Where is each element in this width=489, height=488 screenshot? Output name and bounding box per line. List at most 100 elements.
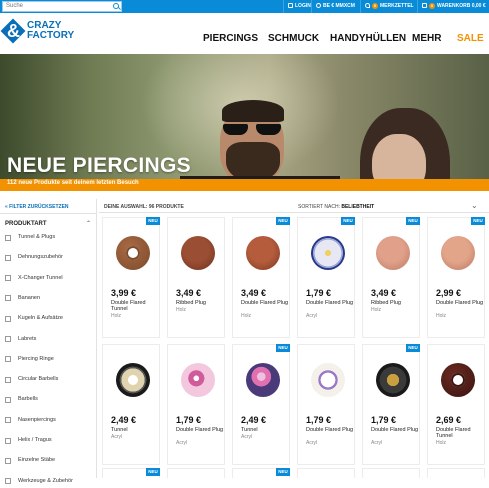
product-card[interactable]: 1,79 € Double Flared Plug Acryl <box>297 344 355 465</box>
filter-option[interactable]: Nasenpiercings <box>5 417 56 427</box>
filter-checkbox[interactable] <box>5 478 11 485</box>
product-material: Holz <box>111 313 122 319</box>
product-name[interactable]: Ribbed Plug <box>371 300 419 306</box>
product-card[interactable]: NEU 2,49 € Tunnel Acryl <box>232 344 290 465</box>
product-image[interactable] <box>111 228 153 270</box>
search-input[interactable]: Suche <box>2 1 122 12</box>
product-material: Acryl <box>176 440 188 446</box>
product-card[interactable]: NEU 1,79 € Double Flared Plug Acryl <box>362 344 420 465</box>
product-name[interactable]: Double Flared Plug <box>241 300 289 306</box>
product-name[interactable]: Double Flared Plug <box>176 427 224 433</box>
product-name[interactable]: Ribbed Plug <box>176 300 224 306</box>
wishlist-count-badge: 0 <box>372 2 378 9</box>
new-badge: NEU <box>406 344 420 352</box>
filter-checkbox[interactable] <box>5 254 11 261</box>
product-name[interactable]: Double Flared Tunnel <box>111 300 159 312</box>
product-image[interactable] <box>241 355 283 397</box>
product-card[interactable]: NEU 3,49 € Ribbed Plug Holz <box>362 217 420 338</box>
wishlist-link[interactable]: 0 MERKZETTEL <box>360 0 414 13</box>
product-image[interactable] <box>436 355 478 397</box>
product-card[interactable]: NEU 2,99 € Double Flared Plug Holz <box>427 217 485 338</box>
filter-checkbox[interactable] <box>5 275 11 282</box>
product-card[interactable]: 2,49 € Tunnel Acryl <box>102 344 160 465</box>
heart-icon <box>365 3 370 9</box>
product-image[interactable] <box>111 355 153 397</box>
reset-filter-link[interactable]: « FILTER ZURÜCKSETZEN <box>5 204 69 210</box>
product-image[interactable] <box>176 228 218 270</box>
product-card[interactable] <box>362 468 420 478</box>
nav-sale[interactable]: SALE <box>457 33 484 44</box>
product-card[interactable]: 3,49 € Ribbed Plug Holz <box>167 217 225 338</box>
filter-checkbox[interactable] <box>5 315 11 322</box>
chevron-down-icon[interactable]: ⌄ <box>471 201 478 210</box>
product-image[interactable] <box>306 355 348 397</box>
filter-checkbox[interactable] <box>5 396 11 403</box>
collapse-caret-icon[interactable]: ⌃ <box>86 220 91 227</box>
product-card[interactable]: NEU 3,49 € Double Flared Plug Holz <box>232 217 290 338</box>
filter-option-label: X-Changer Tunnel <box>18 274 63 281</box>
filter-sidebar: « FILTER ZURÜCKSETZEN PRODUKTART ⌃ Tunne… <box>0 199 97 485</box>
cart-link[interactable]: 0 WARENKORB 0,00 € <box>417 0 486 13</box>
logo[interactable]: & CRAZY FACTORY <box>0 18 77 47</box>
filter-option[interactable]: Werkzeuge & Zubehör <box>5 478 73 488</box>
nav-handyhuellen[interactable]: HANDYHÜLLEN <box>330 33 406 44</box>
product-card[interactable]: NEU 1,79 € Double Flared Plug Acryl <box>297 217 355 338</box>
filter-checkbox[interactable] <box>5 437 11 444</box>
filter-option[interactable]: Bananen <box>5 295 40 305</box>
filter-heading[interactable]: PRODUKTART <box>5 221 47 227</box>
filter-option[interactable]: Barbells <box>5 396 38 406</box>
product-image[interactable] <box>371 228 413 270</box>
product-image[interactable] <box>241 228 283 270</box>
filter-checkbox[interactable] <box>5 295 11 302</box>
product-card[interactable]: 2,69 € Double Flared Tunnel Holz <box>427 344 485 465</box>
product-name[interactable]: Double Flared Plug <box>306 427 354 433</box>
filter-checkbox[interactable] <box>5 234 11 241</box>
filter-checkbox[interactable] <box>5 417 11 424</box>
filter-option[interactable]: Kugeln & Aufsätze <box>5 315 63 325</box>
search-icon[interactable] <box>113 3 119 9</box>
filter-checkbox[interactable] <box>5 356 11 363</box>
product-name[interactable]: Double Flared Plug <box>371 427 419 433</box>
nav-schmuck[interactable]: SCHMUCK <box>268 33 319 44</box>
filter-option-label: Kugeln & Aufsätze <box>18 315 63 322</box>
product-name[interactable]: Double Flared Plug <box>306 300 354 306</box>
filter-option[interactable]: Einzelne Stäbe <box>5 457 55 467</box>
filter-option[interactable]: Helix / Tragus <box>5 437 52 447</box>
filter-option[interactable]: Circular Barbells <box>5 376 58 386</box>
filter-checkbox[interactable] <box>5 376 11 383</box>
product-image[interactable] <box>436 228 478 270</box>
filter-option[interactable]: X-Changer Tunnel <box>5 275 63 285</box>
divider <box>0 213 97 214</box>
filter-option[interactable]: Dehnungszubehör <box>5 254 63 264</box>
filter-option[interactable]: Tunnel & Plugs <box>5 234 55 244</box>
product-image[interactable] <box>371 355 413 397</box>
product-card[interactable] <box>167 468 225 478</box>
filter-option-label: Labrets <box>18 335 37 342</box>
nav-piercings[interactable]: PIERCINGS <box>203 33 258 44</box>
product-name[interactable]: Double Flared Tunnel <box>436 427 484 439</box>
filter-option[interactable]: Piercing Ringe <box>5 356 54 366</box>
shipping-label: BE € MMXCM <box>323 3 355 9</box>
cart-count-badge: 0 <box>429 2 435 9</box>
sort-dropdown[interactable]: SORTIERT NACH: BELIEBTHEIT <box>298 204 374 210</box>
filter-checkbox[interactable] <box>5 457 11 464</box>
shipping-selector[interactable]: BE € MMXCM <box>311 0 355 13</box>
product-card[interactable]: 1,79 € Double Flared Plug Acryl <box>167 344 225 465</box>
product-name[interactable]: Tunnel <box>111 427 159 433</box>
product-card[interactable] <box>297 468 355 478</box>
filter-option[interactable]: Labrets <box>5 336 36 346</box>
product-card[interactable] <box>427 468 485 478</box>
product-card[interactable]: NEU 3,99 € Double Flared Tunnel Holz <box>102 217 160 338</box>
product-image[interactable] <box>176 355 218 397</box>
product-name[interactable]: Tunnel <box>241 427 289 433</box>
product-card[interactable]: NEU <box>102 468 160 478</box>
product-image[interactable] <box>306 228 348 270</box>
filter-option-label: Helix / Tragus <box>18 437 52 443</box>
globe-icon <box>316 3 321 9</box>
filter-checkbox[interactable] <box>5 336 11 342</box>
login-link[interactable]: LOGIN <box>283 0 311 13</box>
product-card[interactable]: NEU <box>232 468 290 478</box>
nav-mehr[interactable]: MEHR <box>412 33 441 44</box>
sort-label: SORTIERT NACH: <box>298 204 340 210</box>
product-name[interactable]: Double Flared Plug <box>436 300 484 306</box>
